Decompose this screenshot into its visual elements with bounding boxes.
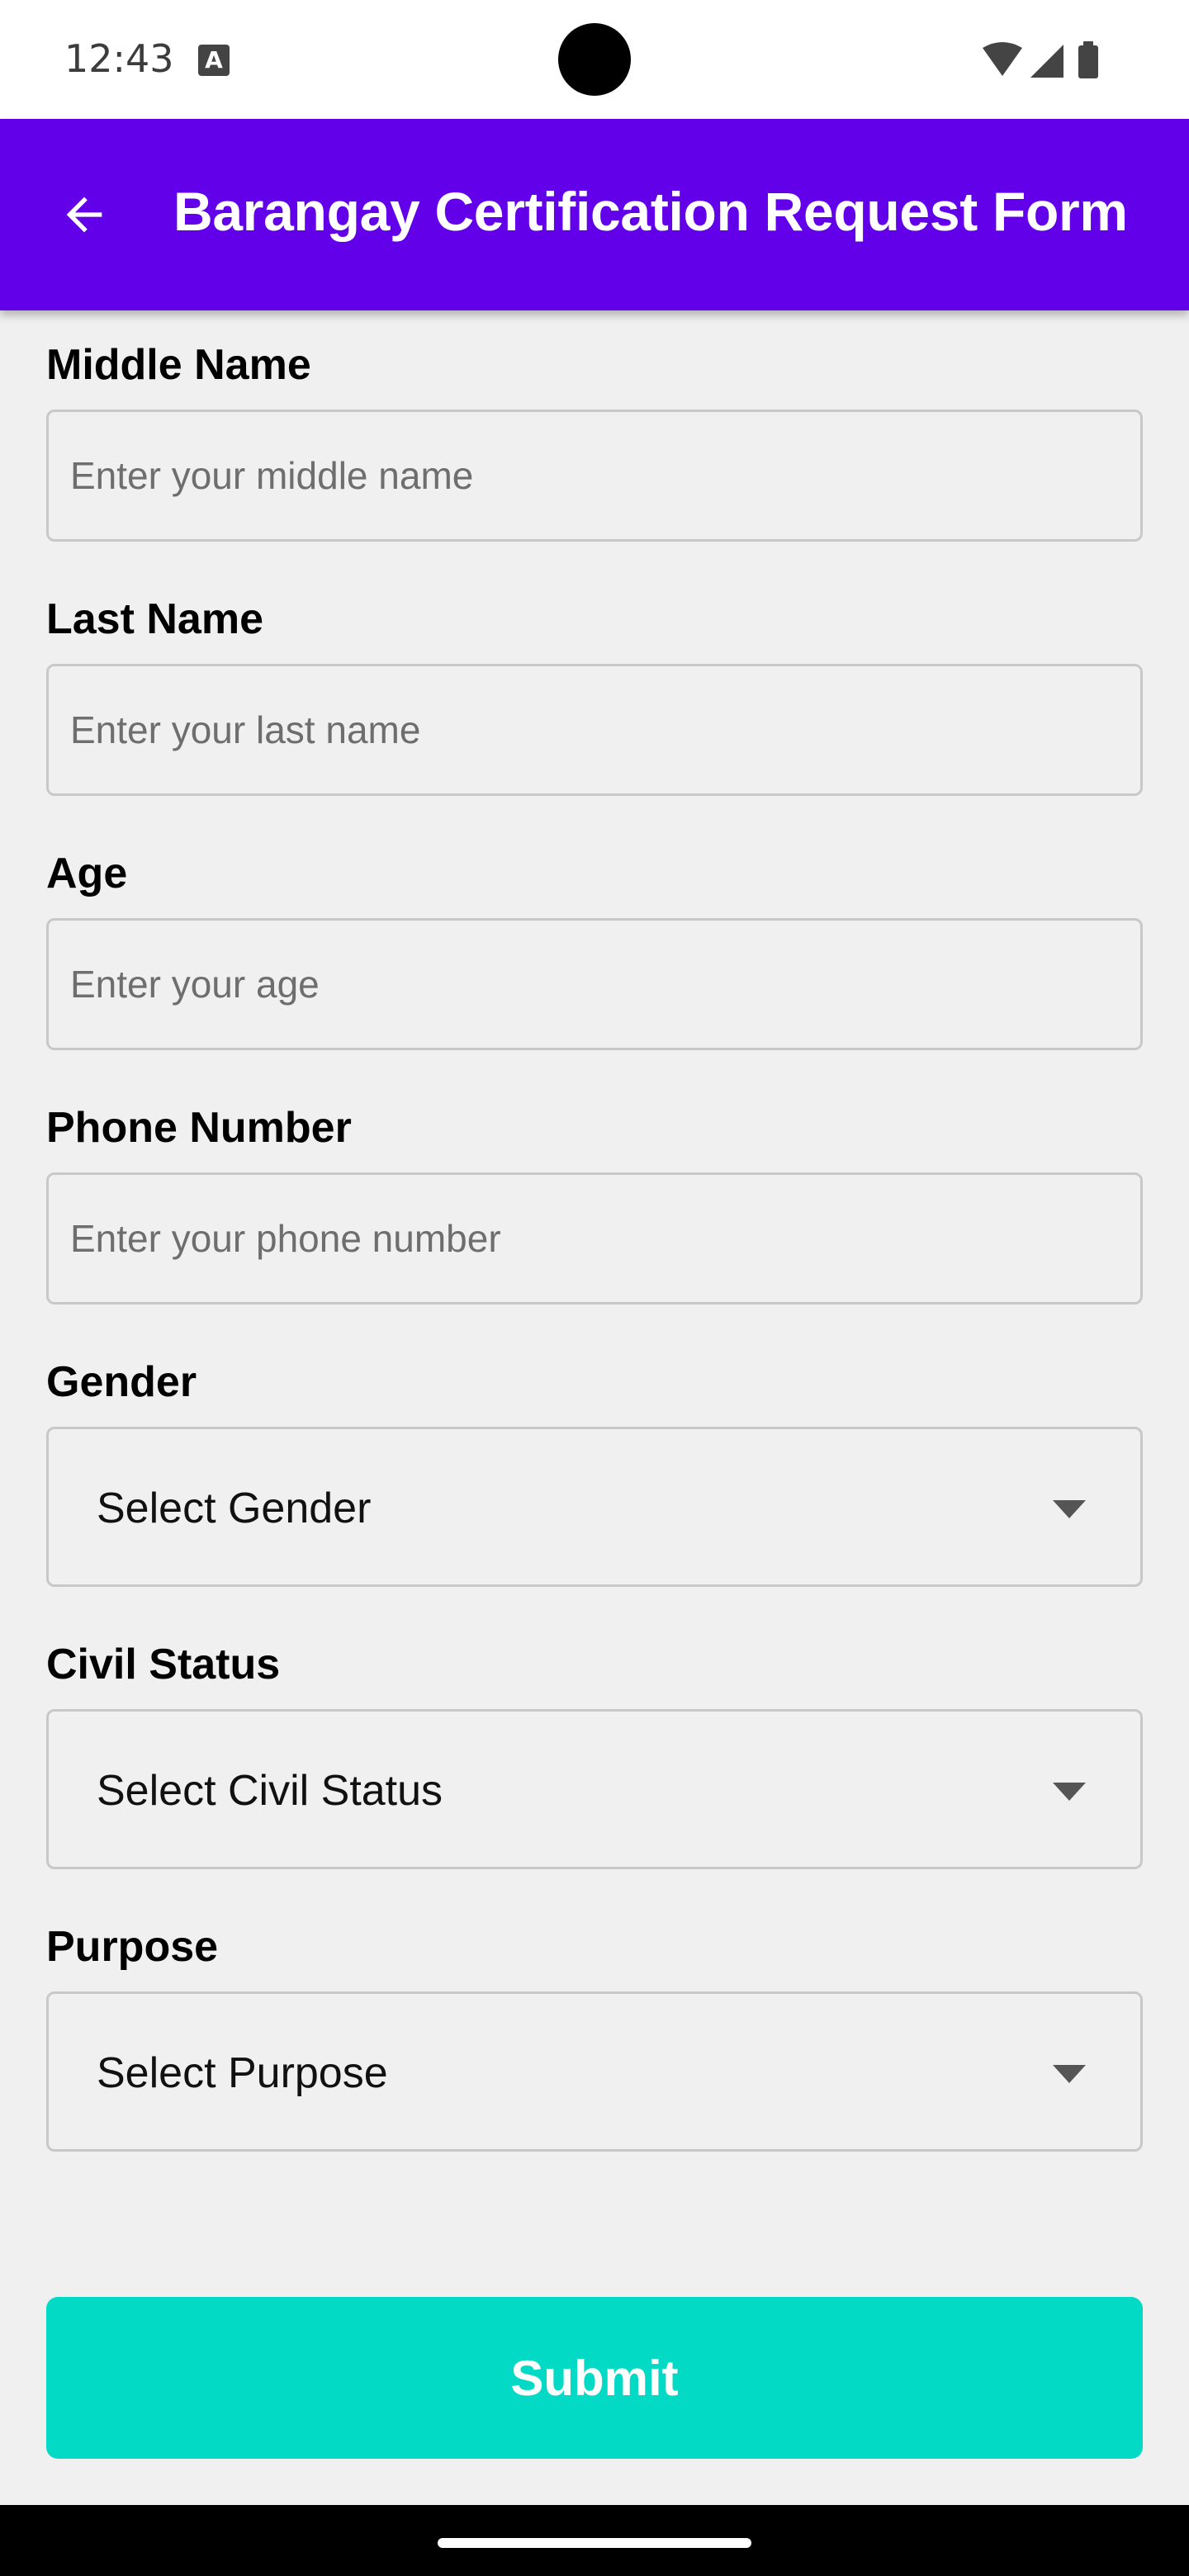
middle-name-label: Middle Name [46, 341, 311, 389]
page-title: Barangay Certification Request Form [173, 181, 1128, 242]
last-name-input[interactable] [46, 664, 1143, 796]
purpose-select[interactable]: Select Purpose [46, 1991, 1143, 2152]
home-gesture-handle[interactable] [438, 2538, 751, 2548]
civil-status-select-value: Select Civil Status [97, 1767, 443, 1815]
gender-label: Gender [46, 1358, 197, 1406]
purpose-label: Purpose [46, 1923, 219, 1971]
status-icons [981, 41, 1113, 79]
phone-number-label: Phone Number [46, 1104, 352, 1152]
arrow-left-icon [66, 197, 102, 233]
camera-cutout [558, 23, 631, 96]
age-input[interactable] [46, 918, 1143, 1050]
battery-icon [1078, 41, 1098, 78]
civil-status-select[interactable]: Select Civil Status [46, 1709, 1143, 1869]
middle-name-input[interactable] [46, 410, 1143, 542]
a-box-icon: A [198, 45, 230, 76]
status-bar: 12:43 A [0, 0, 1189, 119]
wifi-icon [983, 42, 1022, 76]
submit-button[interactable]: Submit [46, 2297, 1143, 2459]
civil-status-label: Civil Status [46, 1641, 281, 1688]
app-bar: Barangay Certification Request Form [0, 119, 1189, 310]
cell-signal-icon [1030, 45, 1063, 78]
caret-down-icon [1053, 1783, 1086, 1801]
purpose-select-value: Select Purpose [97, 2049, 388, 2097]
gender-select[interactable]: Select Gender [46, 1427, 1143, 1587]
back-button[interactable] [43, 173, 126, 256]
last-name-label: Last Name [46, 595, 263, 643]
status-time: 12:43 [64, 36, 174, 81]
age-label: Age [46, 850, 128, 897]
gender-select-value: Select Gender [97, 1485, 372, 1532]
phone-number-input[interactable] [46, 1172, 1143, 1305]
system-nav-bar [0, 2505, 1189, 2576]
caret-down-icon [1053, 1500, 1086, 1518]
caret-down-icon [1053, 2065, 1086, 2083]
